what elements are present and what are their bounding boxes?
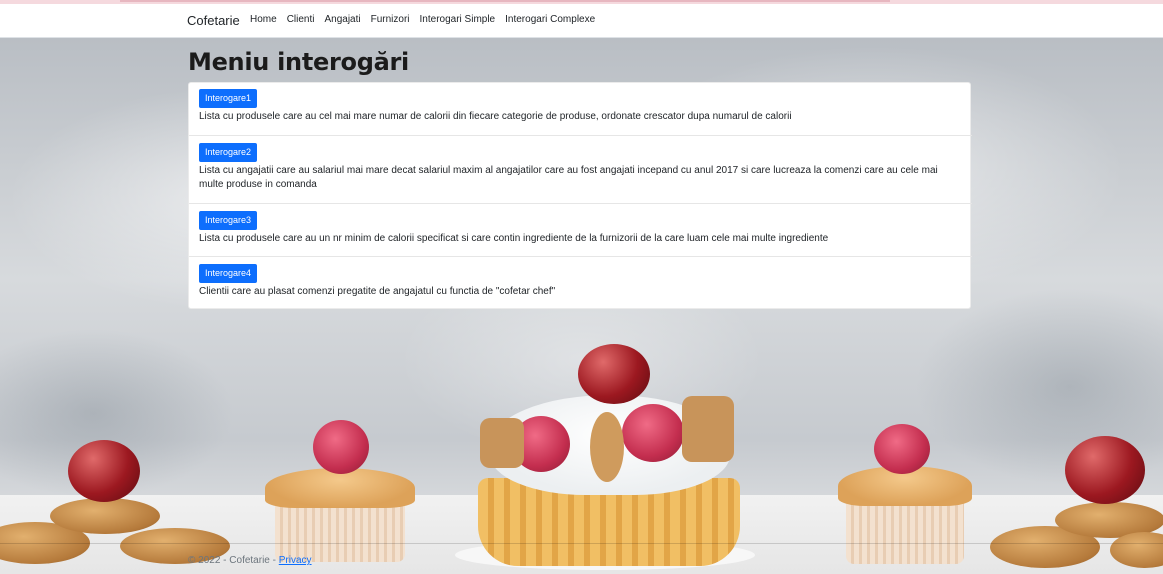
nav-links: Home Clienti Angajati Furnizori Interoga… bbox=[250, 14, 595, 25]
page-title: Meniu interogări bbox=[188, 48, 409, 76]
query-description: Lista cu produsele care au cel mai mare … bbox=[199, 111, 792, 122]
query-list: Interogare1 Lista cu produsele care au c… bbox=[188, 82, 972, 309]
list-item: Interogare1 Lista cu produsele care au c… bbox=[189, 83, 972, 136]
interogare3-button[interactable]: Interogare3 bbox=[199, 211, 258, 230]
list-item: Interogare3 Lista cu produsele care au u… bbox=[189, 204, 972, 257]
nav-link-interogari-complexe[interactable]: Interogari Complexe bbox=[505, 14, 595, 25]
nav-link-angajati[interactable]: Angajati bbox=[324, 14, 360, 25]
nav-link-interogari-simple[interactable]: Interogari Simple bbox=[420, 14, 496, 25]
query-description: Clientii care au plasat comenzi pregatit… bbox=[199, 286, 556, 297]
footer: © 2022 - Cofetarie - Privacy bbox=[188, 555, 312, 566]
footer-divider bbox=[0, 543, 1163, 544]
nav-link-furnizori[interactable]: Furnizori bbox=[371, 14, 410, 25]
top-strip-line bbox=[120, 0, 890, 2]
interogare1-button[interactable]: Interogare1 bbox=[199, 89, 258, 108]
query-description: Lista cu angajatii care au salariul mai … bbox=[199, 165, 938, 190]
nav-link-home[interactable]: Home bbox=[250, 14, 277, 25]
list-item: Interogare4 Clientii care au plasat come… bbox=[189, 257, 972, 309]
list-item: Interogare2 Lista cu angajatii care au s… bbox=[189, 136, 972, 204]
interogare2-button[interactable]: Interogare2 bbox=[199, 143, 258, 162]
privacy-link[interactable]: Privacy bbox=[279, 555, 312, 566]
footer-text: © 2022 - Cofetarie - bbox=[188, 555, 279, 566]
nav-link-clienti[interactable]: Clienti bbox=[287, 14, 315, 25]
interogare4-button[interactable]: Interogare4 bbox=[199, 264, 258, 283]
navbar-brand[interactable]: Cofetarie bbox=[187, 13, 240, 28]
query-description: Lista cu produsele care au un nr minim d… bbox=[199, 233, 829, 244]
navbar: Cofetarie Home Clienti Angajati Furnizor… bbox=[0, 4, 1163, 38]
